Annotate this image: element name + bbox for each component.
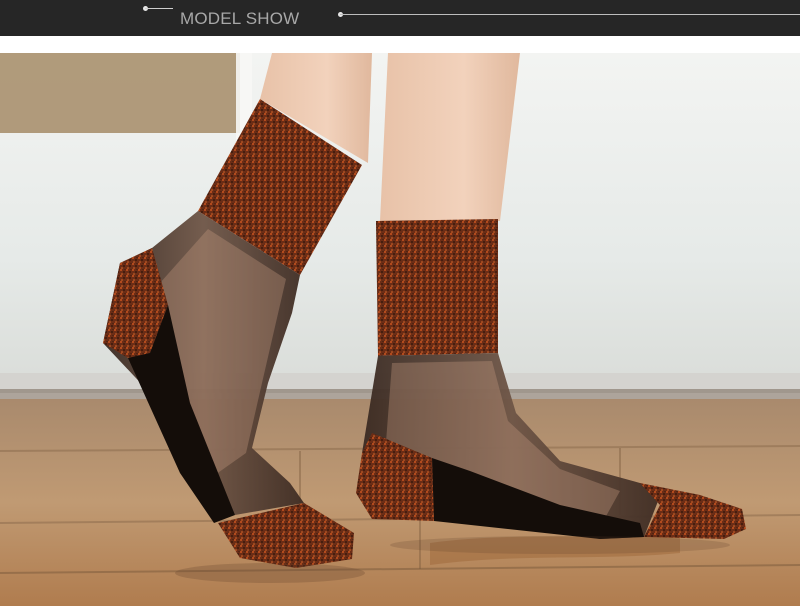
section-title: MODEL SHOW <box>180 9 300 28</box>
header-rule-left <box>145 8 173 9</box>
header-rule-right <box>340 14 800 15</box>
section-header: MODEL SHOW <box>0 0 800 36</box>
model-photo <box>0 53 800 606</box>
